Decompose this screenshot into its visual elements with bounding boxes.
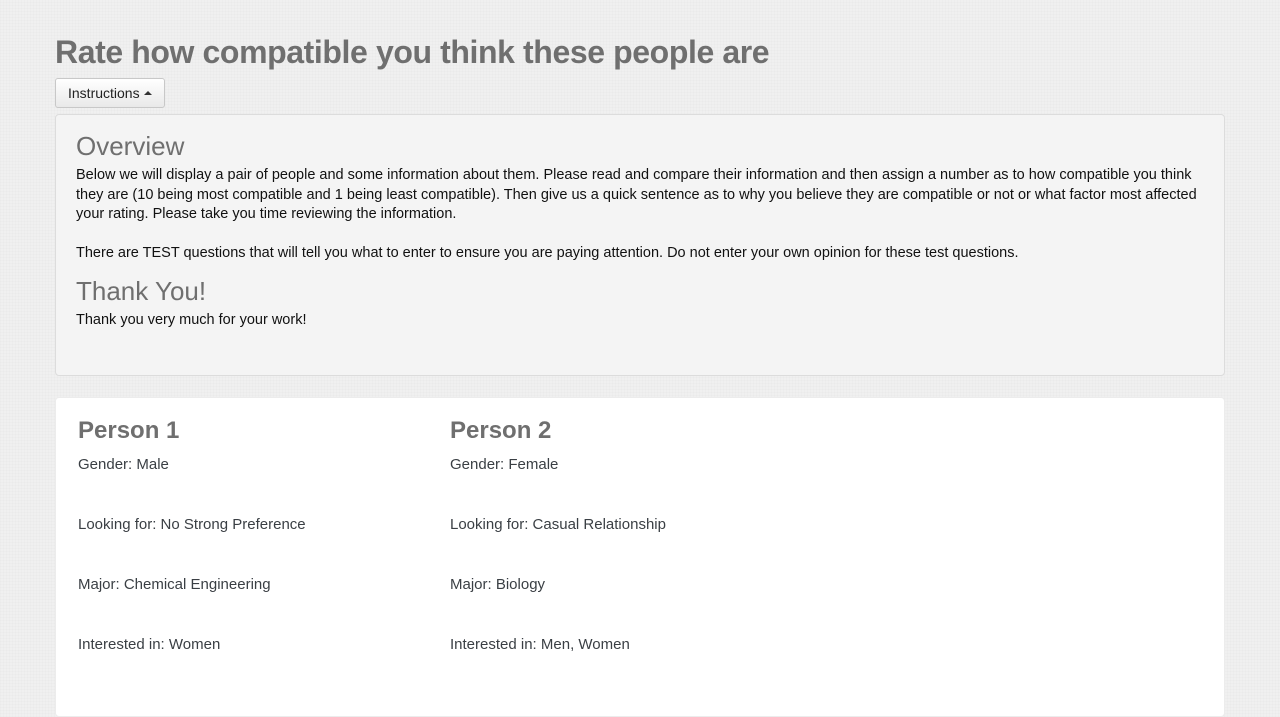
persons-card: Person 1 Gender: Male Looking for: No St… [55,397,1225,717]
instructions-panel: Overview Below we will display a pair of… [55,114,1225,376]
person-1-column: Person 1 Gender: Male Looking for: No St… [78,416,438,653]
person-2-major: Major: Biology [450,576,546,593]
person-1-looking-for: Looking for: No Strong Preference [78,516,306,533]
person-1-heading: Person 1 [78,417,180,444]
thanks-heading: Thank You! [76,276,207,306]
caret-up-icon [143,91,152,95]
overview-paragraph-1: Below we will display a pair of people a… [76,167,1197,222]
page-title: Rate how compatible you think these peop… [55,34,770,70]
instructions-toggle-label: Instructions [68,85,140,101]
person-1-gender: Gender: Male [78,456,169,473]
person-1-interested-in: Interested in: Women [78,636,221,653]
overview-paragraph-2: There are TEST questions that will tell … [76,244,1019,261]
overview-heading: Overview [76,131,185,161]
person-2-looking-for: Looking for: Casual Relationship [450,516,666,533]
thanks-text: Thank you very much for your work! [76,312,307,328]
person-2-column: Person 2 Gender: Female Looking for: Cas… [450,416,810,653]
person-1-major: Major: Chemical Engineering [78,576,271,593]
person-2-heading: Person 2 [450,417,552,444]
person-2-gender: Gender: Female [450,456,559,473]
person-2-interested-in: Interested in: Men, Women [450,636,630,653]
page: Rate how compatible you think these peop… [0,0,1280,717]
instructions-toggle-button[interactable]: Instructions [55,78,165,108]
